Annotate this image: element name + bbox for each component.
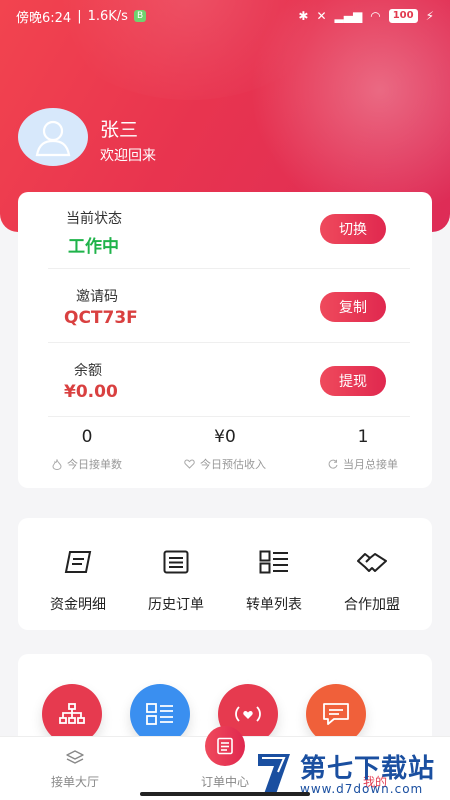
avatar[interactable] <box>18 108 88 166</box>
user-name: 张三 <box>100 119 139 141</box>
order-center-button[interactable] <box>205 726 245 766</box>
battery-icon: 100 <box>388 9 418 23</box>
home-indicator <box>140 792 310 796</box>
status-time: 傍晚6:24 <box>16 10 72 26</box>
bluetooth-icon: ✱ <box>298 9 309 23</box>
menu-partnership[interactable]: 合作加盟 <box>322 548 422 614</box>
network-icon <box>59 703 85 724</box>
tab-order-hall[interactable]: 接单大厅 <box>0 737 150 800</box>
balance-value: ¥0.00 <box>64 382 118 402</box>
stat-month-orders: 1 当月总接单 <box>294 424 432 472</box>
switch-button[interactable]: 切换 <box>320 214 386 244</box>
welcome-text: 欢迎回来 <box>100 148 156 164</box>
network-speed: 1.6K/s <box>87 8 128 24</box>
list-icon <box>163 550 189 574</box>
message-icon <box>323 703 349 725</box>
status-badge: B <box>133 10 147 22</box>
status-row: 当前状态 工作中 切换 <box>18 192 432 266</box>
invite-label: 邀请码 <box>76 289 118 305</box>
menu-order-history[interactable]: 历史订单 <box>126 548 226 614</box>
signal-icon: ▂▄▆ <box>334 9 363 23</box>
balance-label: 余额 <box>74 363 102 379</box>
handshake-icon <box>357 553 387 572</box>
fire-icon <box>52 458 62 470</box>
invite-row: 邀请码 QCT73F 复制 <box>18 274 432 348</box>
shortcut-message[interactable] <box>306 684 366 744</box>
stats-row: 0 今日接单数 ¥0 今日预估收入 1 当月总接单 <box>18 424 432 484</box>
balance-row: 余额 ¥0.00 提现 <box>18 348 432 422</box>
stat-today-income: ¥0 今日预估收入 <box>156 424 294 472</box>
watermark-logo-icon <box>258 754 290 794</box>
mute-icon: ✕ <box>316 9 327 23</box>
withdraw-button[interactable]: 提现 <box>320 366 386 396</box>
shortcut-network[interactable] <box>42 684 102 744</box>
wifi-icon: ◠ <box>370 9 381 23</box>
layers-icon <box>66 750 84 764</box>
menu-fund-details[interactable]: 资金明细 <box>28 548 128 614</box>
copy-button[interactable]: 复制 <box>320 292 386 322</box>
shortcut-grid[interactable] <box>130 684 190 744</box>
status-bar: 傍晚6:24 | 1.6K/s B ✱ ✕ ▂▄▆ ◠ 100 ⚡ <box>16 8 434 26</box>
ledger-icon <box>64 551 92 573</box>
stat-today-orders: 0 今日接单数 <box>18 424 156 472</box>
charging-icon: ⚡ <box>425 9 434 23</box>
document-icon <box>217 737 233 755</box>
grid-list-icon <box>146 703 173 725</box>
status-value: 工作中 <box>68 237 119 257</box>
menu-transfer-list[interactable]: 转单列表 <box>224 548 324 614</box>
menu-card: 资金明细 历史订单 转单列表 合作加盟 <box>18 518 432 630</box>
refresh-icon <box>328 459 338 469</box>
invite-code: QCT73F <box>64 308 138 328</box>
grid-list-icon <box>259 550 288 574</box>
heart-icon <box>184 459 195 469</box>
account-card: 当前状态 工作中 切换 邀请码 QCT73F 复制 余额 ¥0.00 提现 0 … <box>18 192 432 488</box>
broadcast-icon <box>235 706 261 722</box>
status-label: 当前状态 <box>66 211 122 227</box>
